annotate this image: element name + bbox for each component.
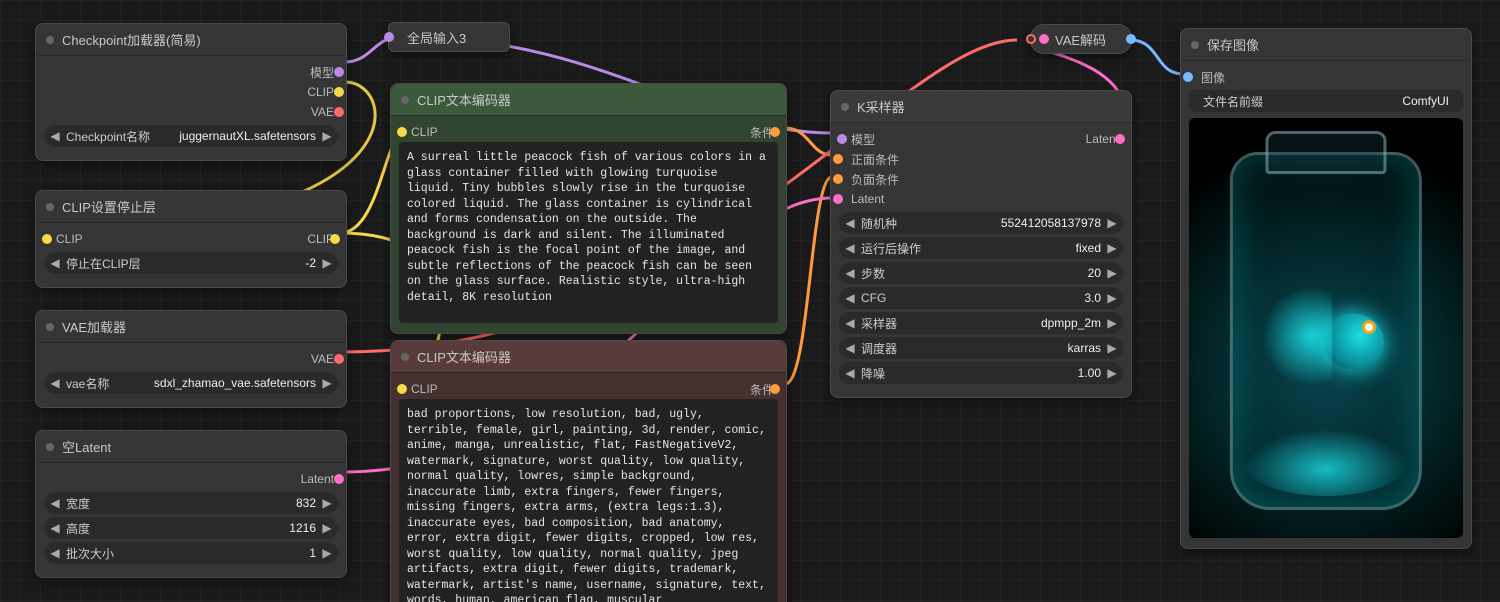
latent-output-port[interactable] xyxy=(1115,134,1125,144)
vae-input-port[interactable] xyxy=(1026,34,1036,44)
next-arrow[interactable]: ▶ xyxy=(320,129,334,143)
seed-widget[interactable]: ◀随机种552412058137978▶ xyxy=(839,212,1123,234)
conditioning-output-port[interactable] xyxy=(770,127,780,137)
model-input-port[interactable] xyxy=(837,134,847,144)
latent-input-port[interactable] xyxy=(1039,34,1049,44)
model-output-port[interactable] xyxy=(334,67,344,77)
scheduler-widget[interactable]: ◀调度器karras▶ xyxy=(839,337,1123,359)
steps-widget[interactable]: ◀步数20▶ xyxy=(839,262,1123,284)
vae-name-widget[interactable]: ◀ vae名称 sdxl_zhamao_vae.safetensors ▶ xyxy=(44,372,338,394)
clip-positive-node[interactable]: CLIP文本编码器 CLIP 条件 A surreal little peaco… xyxy=(390,83,787,334)
clip-output-port[interactable] xyxy=(334,87,344,97)
global-input-node[interactable]: 全局输入3 xyxy=(388,22,510,52)
ksampler-node[interactable]: K采样器 模型 Latent 正面条件 负面条件 Latent ◀随机种5524… xyxy=(830,90,1132,398)
filename-widget[interactable]: 文件名前缀 ComfyUI xyxy=(1189,90,1463,112)
image-output-port[interactable] xyxy=(1126,34,1136,44)
vae-output-port[interactable] xyxy=(334,354,344,364)
clip-output-port[interactable] xyxy=(330,234,340,244)
output-preview-image xyxy=(1189,118,1463,538)
negative-input-port[interactable] xyxy=(833,174,843,184)
node-title: Checkpoint加载器(简易) xyxy=(62,30,201,49)
batch-widget[interactable]: ◀批次大小1▶ xyxy=(44,542,338,564)
sampler-widget[interactable]: ◀采样器dpmpp_2m▶ xyxy=(839,312,1123,334)
clip-skip-node[interactable]: CLIP设置停止层 CLIP CLIP ◀ 停止在CLIP层 -2 ▶ xyxy=(35,190,347,288)
positive-prompt-textarea[interactable]: A surreal little peacock fish of various… xyxy=(399,142,778,323)
empty-latent-node[interactable]: 空Latent Latent ◀宽度832▶ ◀高度1216▶ ◀批次大小1▶ xyxy=(35,430,347,578)
clip-input-port[interactable] xyxy=(397,384,407,394)
vae-output-port[interactable] xyxy=(334,107,344,117)
seed-mode-widget[interactable]: ◀运行后操作fixed▶ xyxy=(839,237,1123,259)
clip-negative-node[interactable]: CLIP文本编码器 CLIP 条件 bad proportions, low r… xyxy=(390,340,787,602)
reroute-in-port[interactable] xyxy=(384,32,394,42)
width-widget[interactable]: ◀宽度832▶ xyxy=(44,492,338,514)
cfg-widget[interactable]: ◀CFG3.0▶ xyxy=(839,287,1123,309)
height-widget[interactable]: ◀高度1216▶ xyxy=(44,517,338,539)
latent-input-port[interactable] xyxy=(833,194,843,204)
prev-arrow[interactable]: ◀ xyxy=(48,129,62,143)
vae-loader-node[interactable]: VAE加载器 VAE ◀ vae名称 sdxl_zhamao_vae.safet… xyxy=(35,310,347,408)
denoise-widget[interactable]: ◀降噪1.00▶ xyxy=(839,362,1123,384)
positive-input-port[interactable] xyxy=(833,154,843,164)
latent-output-port[interactable] xyxy=(334,474,344,484)
clip-layer-widget[interactable]: ◀ 停止在CLIP层 -2 ▶ xyxy=(44,252,338,274)
vae-decode-node[interactable]: VAE解码 xyxy=(1030,24,1132,54)
save-image-node[interactable]: 保存图像 图像 文件名前缀 ComfyUI xyxy=(1180,28,1472,549)
clip-input-port[interactable] xyxy=(397,127,407,137)
image-input-port[interactable] xyxy=(1183,72,1193,82)
checkpoint-name-widget[interactable]: ◀ Checkpoint名称 juggernautXL.safetensors … xyxy=(44,125,338,147)
checkpoint-loader-node[interactable]: Checkpoint加载器(简易) 模型 CLIP VAE ◀ Checkpoi… xyxy=(35,23,347,161)
conditioning-output-port[interactable] xyxy=(770,384,780,394)
clip-input-port[interactable] xyxy=(42,234,52,244)
negative-prompt-textarea[interactable]: bad proportions, low resolution, bad, ug… xyxy=(399,399,778,602)
